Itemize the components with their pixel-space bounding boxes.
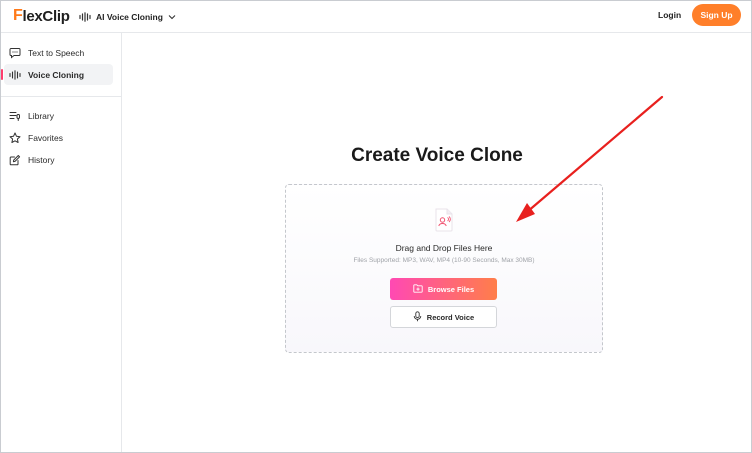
sidebar-item-history[interactable]: History [4, 149, 113, 170]
logo-initial: F [13, 7, 23, 24]
sidebar-item-voice-cloning[interactable]: Voice Cloning [1, 64, 113, 85]
chevron-down-icon [168, 14, 176, 20]
sidebar-item-favorites[interactable]: Favorites [4, 127, 113, 148]
flexclip-logo[interactable]: FlexClip [13, 7, 70, 25]
microphone-icon [413, 310, 422, 324]
chat-bubble-icon [8, 46, 22, 60]
logo-text: lexClip [22, 7, 70, 25]
waveform-icon [79, 12, 91, 22]
sidebar-item-label: Favorites [28, 132, 63, 143]
dropzone-title: Drag and Drop Files Here [395, 243, 493, 253]
sidebar-item-text-to-speech[interactable]: Text to Speech [4, 42, 113, 63]
sidebar-divider [0, 96, 121, 97]
star-icon [8, 131, 22, 145]
sidebar-item-label: Library [28, 110, 54, 121]
sidebar-item-label: Voice Cloning [28, 69, 85, 80]
sign-up-button[interactable]: Sign Up [692, 4, 741, 26]
audio-file-icon [434, 208, 454, 237]
browse-files-button[interactable]: Browse Files [390, 278, 497, 300]
sidebar: Text to Speech Voice Cloning Library Fav… [0, 33, 122, 453]
dropzone-supported-formats: Files Supported: MP3, WAV, MP4 (10-90 Se… [353, 257, 535, 264]
record-voice-label: Record Voice [426, 312, 475, 322]
sidebar-item-label: History [28, 154, 55, 165]
sidebar-item-label: Text to Speech [28, 47, 85, 58]
folder-upload-icon [413, 283, 423, 295]
library-icon [8, 109, 22, 123]
file-dropzone[interactable]: Drag and Drop Files Here Files Supported… [285, 184, 603, 353]
top-header: FlexClip AI Voice Cloning Login Sign Up [0, 0, 752, 33]
browse-files-label: Browse Files [427, 284, 475, 294]
record-voice-button[interactable]: Record Voice [390, 306, 497, 328]
sidebar-item-library[interactable]: Library [4, 105, 113, 126]
edit-icon [8, 153, 22, 167]
page-title: Create Voice Clone [351, 145, 523, 166]
login-link[interactable]: Login [658, 10, 681, 20]
tool-switcher-dropdown[interactable]: AI Voice Cloning [79, 9, 176, 25]
waveform-icon [8, 68, 22, 82]
tool-switcher-label: AI Voice Cloning [96, 12, 163, 22]
